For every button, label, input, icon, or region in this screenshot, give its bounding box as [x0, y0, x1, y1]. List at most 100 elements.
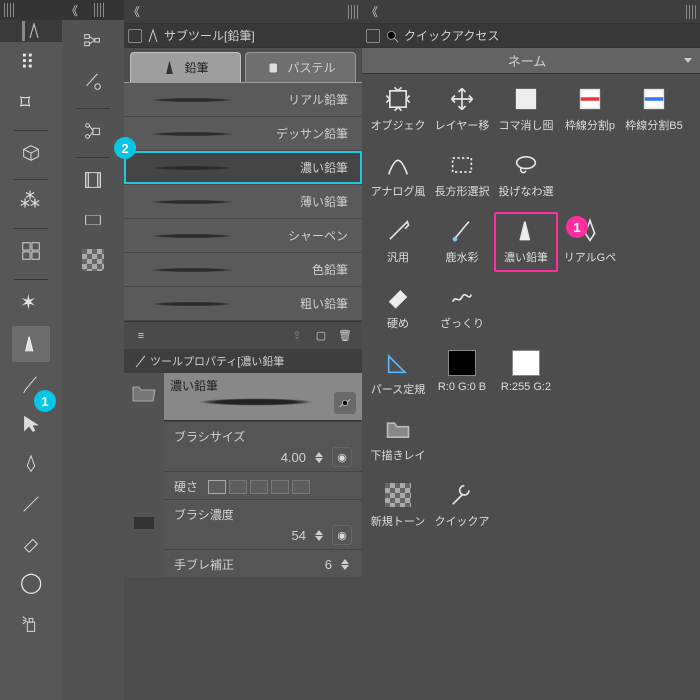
secondary-toolbar: 《: [62, 0, 124, 700]
panel-menu-icon[interactable]: [366, 29, 380, 43]
quick-label: レイヤー移: [435, 117, 490, 133]
quick-cell-black-sw[interactable]: R:0 G:0 B: [430, 344, 494, 404]
tool-scatter-icon[interactable]: ⁂: [12, 184, 50, 220]
grip-icon: [686, 5, 696, 19]
checker-icon[interactable]: [74, 242, 112, 278]
quick-label: クイックア: [435, 513, 490, 529]
secondary-header: 《: [62, 0, 124, 20]
tool-paint-icon[interactable]: ◯: [12, 566, 50, 602]
prop-value[interactable]: 4.00: [262, 450, 306, 465]
tool-cube-icon[interactable]: [12, 135, 50, 171]
new-icon[interactable]: ▢: [312, 327, 330, 345]
quick-label: R:0 G:0 B: [438, 381, 486, 393]
trash-icon[interactable]: 🗑: [336, 327, 354, 345]
dynamics-icon[interactable]: ◉: [332, 525, 352, 545]
lasso-icon: [509, 150, 543, 180]
quick-cell-object[interactable]: オブジェク: [366, 80, 430, 140]
quick-label: 枠線分割B5: [625, 117, 682, 133]
brush-preview: 濃い鉛筆: [164, 373, 362, 421]
collapse-left-icon[interactable]: 《: [66, 2, 78, 19]
brush-gear-icon[interactable]: [74, 64, 112, 100]
prop-sidebar: [124, 373, 164, 577]
quick-label: アナログ風: [371, 183, 426, 199]
swap-icon[interactable]: ⇪: [288, 327, 306, 345]
brush-label: 色鉛筆: [312, 261, 348, 278]
quick-cell-divider-blue[interactable]: 枠線分割B5: [622, 80, 686, 140]
quick-cell-brush-water[interactable]: 鹿水彩: [430, 212, 494, 272]
quick-cell-tone[interactable]: 新規トーン: [366, 476, 430, 536]
tab-label: 鉛筆: [184, 59, 208, 76]
eraseframe-icon: [509, 84, 543, 114]
tool-pen-icon[interactable]: [12, 446, 50, 482]
tab-enpitsu[interactable]: 鉛筆: [130, 52, 241, 82]
quick-cell-divider-red[interactable]: 枠線分割p: [558, 80, 622, 140]
subtool-panel-header: 《: [124, 0, 362, 24]
quick-cell-folder[interactable]: 下描きレイ: [366, 410, 430, 470]
quick-title-bar: クイックアクセス: [362, 24, 700, 48]
quick-access-icon: [384, 28, 400, 44]
film-icon[interactable]: [74, 162, 112, 198]
filmstrip-icon[interactable]: [74, 202, 112, 238]
prop-value[interactable]: 6: [288, 557, 332, 572]
quick-label: 濃い鉛筆: [504, 249, 548, 265]
quick-tabbar[interactable]: ネーム: [362, 48, 700, 74]
collapse-left-icon[interactable]: 《: [128, 3, 140, 20]
quick-cell-move[interactable]: レイヤー移: [430, 80, 494, 140]
quick-cell-white-sw[interactable]: R:255 G:2: [494, 344, 558, 404]
tool-hand-icon[interactable]: ⌑: [12, 86, 50, 122]
settings-button[interactable]: [334, 392, 356, 414]
list-menu-icon[interactable]: ≡: [132, 327, 150, 345]
quick-cell-lasso[interactable]: 投げなわ選: [494, 146, 558, 206]
tool-erase-icon[interactable]: [12, 526, 50, 562]
tool-wand-icon[interactable]: ✶: [12, 286, 50, 322]
folder-open-icon[interactable]: [131, 381, 157, 403]
prop-value[interactable]: 54: [262, 528, 306, 543]
brush-row[interactable]: 粗い鉛筆: [124, 287, 362, 321]
prop-label: ブラシサイズ: [174, 428, 352, 445]
brush-row[interactable]: デッサン鉛筆: [124, 117, 362, 151]
quick-cell-rough[interactable]: ざっくり: [430, 278, 494, 338]
brush-list: リアル鉛筆 デッサン鉛筆 濃い鉛筆 薄い鉛筆 シャーペン 色鉛筆 粗い鉛筆: [124, 82, 362, 321]
quick-cell-ruler[interactable]: パース定規: [366, 344, 430, 404]
white-sw-icon: [509, 348, 543, 378]
quick-label: ざっくり: [440, 315, 484, 331]
brush-row[interactable]: 色鉛筆: [124, 253, 362, 287]
rectsel-icon: [445, 150, 479, 180]
clapper-icon[interactable]: [131, 509, 157, 531]
brush-row[interactable]: シャーペン: [124, 219, 362, 253]
panel-menu-icon[interactable]: [128, 29, 142, 43]
group-icon[interactable]: [74, 113, 112, 149]
quick-cell-pencil-ico[interactable]: 濃い鉛筆: [494, 212, 558, 272]
brush-row[interactable]: リアル鉛筆: [124, 83, 362, 117]
tool-pattern-icon[interactable]: [12, 233, 50, 269]
dynamics-icon[interactable]: ◉: [332, 447, 352, 467]
quick-cell-eraseframe[interactable]: コマ消し囮: [494, 80, 558, 140]
quick-cell-analog[interactable]: アナログ風: [366, 146, 430, 206]
divider-red-icon: [573, 84, 607, 114]
brush-row[interactable]: 薄い鉛筆: [124, 185, 362, 219]
tab-pastel[interactable]: パステル: [245, 52, 356, 82]
tool-pencil-icon[interactable]: [12, 326, 50, 362]
stepper[interactable]: [312, 530, 326, 541]
tool-dots-icon[interactable]: ⠿: [12, 46, 50, 82]
quick-cell-pen-diag[interactable]: 汎用: [366, 212, 430, 272]
hardness-boxes[interactable]: [208, 480, 310, 494]
quick-cell-rectsel[interactable]: 長方形選択: [430, 146, 494, 206]
tree-icon[interactable]: [74, 24, 112, 60]
stepper[interactable]: [312, 452, 326, 463]
tool-line-icon[interactable]: [12, 486, 50, 522]
collapse-left-icon[interactable]: 《: [366, 3, 378, 20]
quick-tab-label: ネーム: [370, 51, 684, 70]
brush-row-selected[interactable]: 濃い鉛筆: [124, 151, 362, 185]
prop-panel-title: ツールプロパティ[濃い鉛筆: [150, 353, 284, 369]
tool-spray-icon[interactable]: [12, 606, 50, 642]
stepper[interactable]: [338, 559, 352, 570]
grip-icon: [94, 3, 104, 17]
divider-blue-icon: [637, 84, 671, 114]
quick-cell-wrench[interactable]: クイックア: [430, 476, 494, 536]
brush-label: デッサン鉛筆: [276, 125, 348, 142]
quick-label: R:255 G:2: [501, 381, 551, 393]
quick-label: コマ消し囮: [499, 117, 554, 133]
folder-icon: [381, 414, 415, 444]
quick-cell-eraser[interactable]: 硬め: [366, 278, 430, 338]
